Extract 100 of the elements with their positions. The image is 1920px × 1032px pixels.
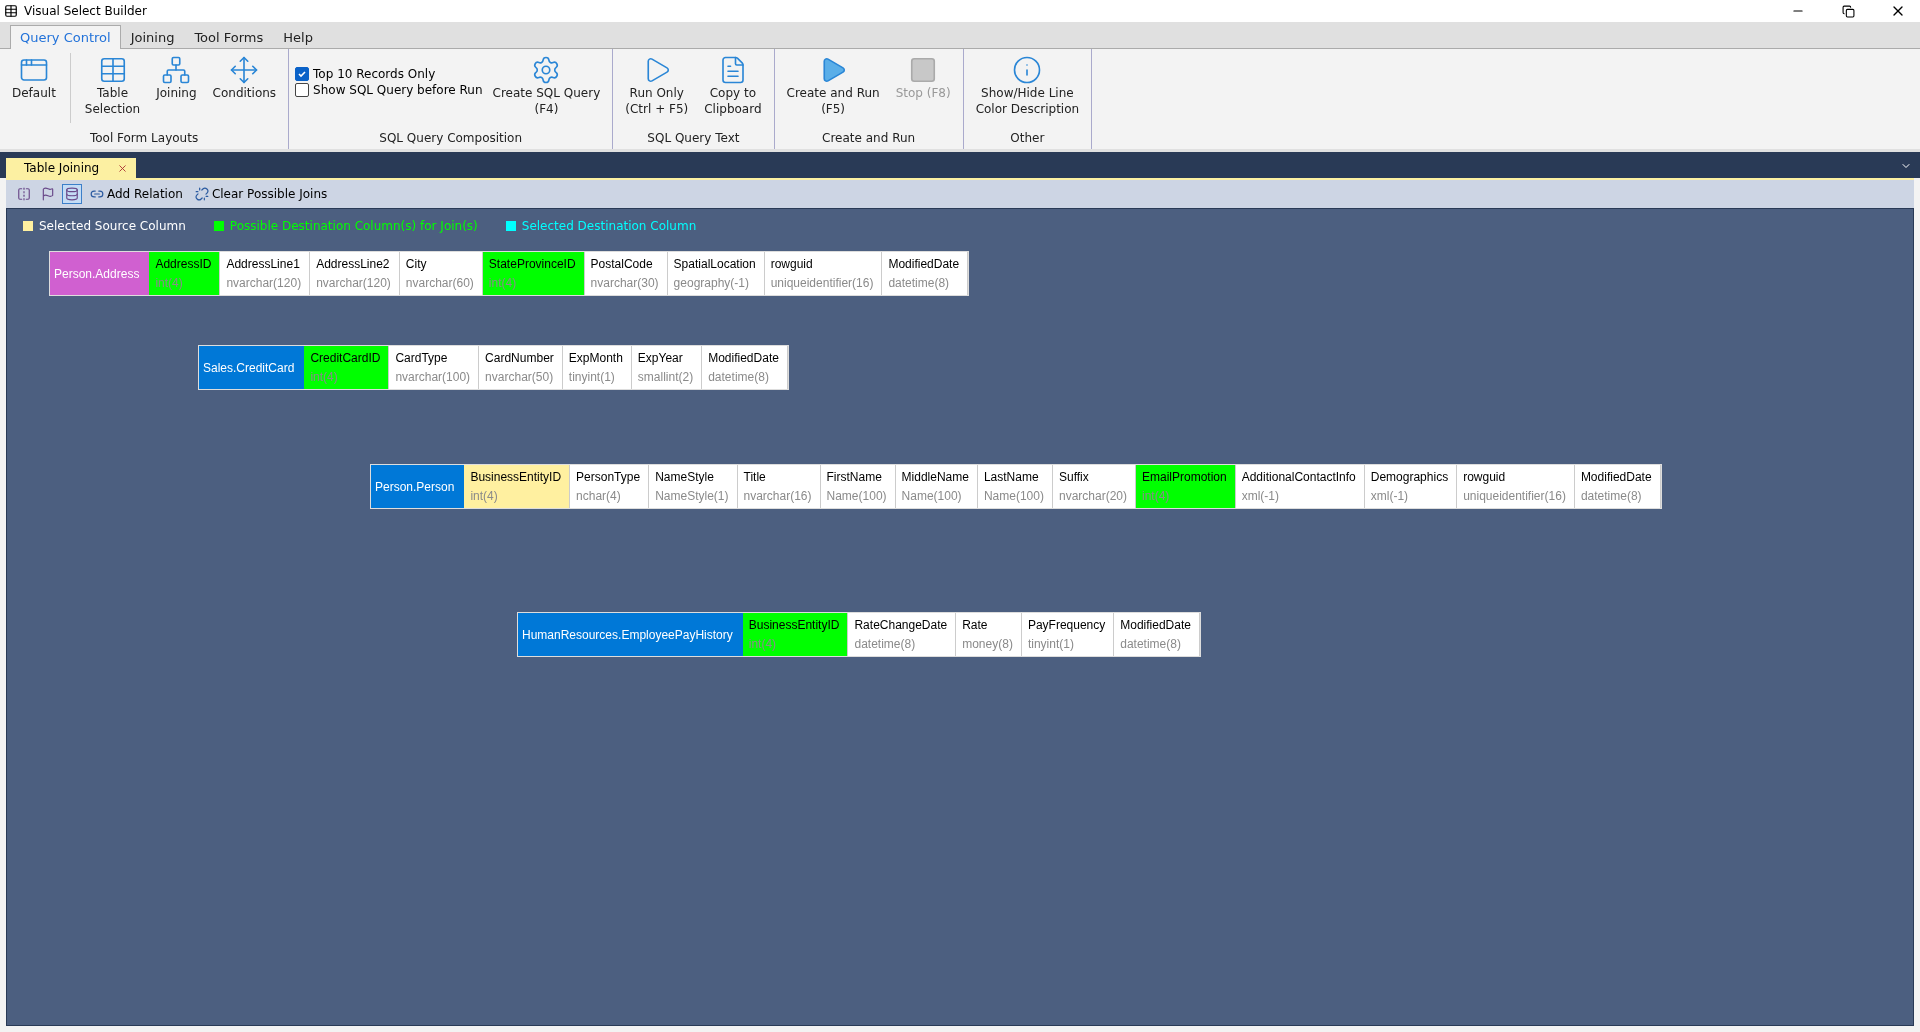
column-name: rowguid — [1463, 470, 1507, 484]
column-type: uniqueidentifier(16) — [770, 276, 874, 290]
column-type: nvarchar(16) — [743, 489, 812, 503]
column-type: xml(-1) — [1370, 489, 1410, 503]
table-node[interactable] — [370, 464, 1662, 509]
ribbon-button[interactable]: Table Selection — [78, 53, 147, 119]
toolbar-button[interactable]: Add Relation — [86, 187, 187, 201]
column-name: ExpYear — [637, 351, 684, 365]
column-type: int(4) — [155, 276, 184, 290]
close-icon — [117, 162, 129, 174]
column-type: money(8) — [962, 637, 1013, 651]
flip-icon — [17, 187, 31, 201]
window-title: Visual Select Builder — [24, 4, 148, 18]
column-cell[interactable]: StateProvinceID int(4) — [482, 252, 585, 295]
column-name: ModifiedDate — [708, 351, 779, 365]
table-node[interactable]: HumanResources.EmployeePayHistory BusinessEntityID int(4) RateChangeDate datetime(8) Rate money(8) PayFrequency tinyint(1) ModifiedDate datetime(8) — [517, 612, 1201, 657]
ribbon-tab[interactable]: Query Control — [10, 25, 121, 49]
column-type: tinyint(1) — [1027, 637, 1075, 651]
column-type: int(4) — [748, 637, 778, 651]
table-name: Sales.CreditCard — [199, 346, 305, 389]
ribbon-button[interactable]: Run Only (Ctrl + F5) — [619, 53, 695, 119]
column-name: FirstName — [826, 470, 883, 484]
column-type: xml(-1) — [1241, 489, 1280, 503]
column-name: AdditionalContactInfo — [1241, 470, 1356, 484]
checkbox[interactable]: Top 10 Records Only — [295, 67, 483, 81]
column-type: datetime(8) — [708, 370, 770, 384]
group-title: SQL Query Composition — [378, 131, 524, 147]
diagram-icon — [161, 55, 192, 85]
table-node[interactable]: Sales.CreditCard CreditCardID int(4) CardType nvarchar(100) CardNumber nvarchar(50) ExpMonth tinyint(1) ExpYear smallint(2) ModifiedDate datetime(8) — [198, 345, 789, 390]
ribbon-button[interactable]: Copy to Clipboard — [698, 53, 768, 119]
column-name: City — [405, 257, 428, 271]
column-cell[interactable]: BusinessEntityID int(4) — [464, 465, 571, 508]
ribbon-button[interactable]: Create SQL Query (F4) — [486, 53, 607, 119]
toolbar-button[interactable] — [62, 184, 82, 204]
column-cell[interactable]: AddressID int(4) — [149, 252, 221, 295]
column-name: CardNumber — [485, 351, 554, 365]
table-name: Person.Address — [50, 252, 150, 295]
legend-label: Selected Destination Column — [521, 219, 697, 233]
info-icon — [1012, 55, 1043, 85]
ribbon-button[interactable]: Default — [6, 53, 62, 103]
column-type: nvarchar(120) — [226, 276, 302, 290]
flag-icon — [41, 187, 55, 201]
checkbox[interactable]: Show SQL Query before Run — [295, 83, 483, 97]
column-cell[interactable]: CreditCardID int(4) — [304, 346, 390, 389]
link-icon — [90, 187, 104, 201]
column-name: RateChangeDate — [854, 618, 948, 632]
column-type: nvarchar(20) — [1058, 489, 1127, 503]
table-node[interactable] — [49, 251, 970, 296]
column-type: geography(-1) — [673, 276, 750, 290]
column-name: AddressLine2 — [316, 257, 391, 271]
column-name: ExpMonth — [568, 351, 623, 365]
group-title: Tool Form Layouts — [88, 131, 200, 147]
ribbon-button[interactable]: Create and Run (F5) — [780, 53, 886, 119]
column-type: nchar(4) — [576, 489, 622, 503]
column-type: datetime(8) — [1580, 489, 1643, 503]
group-title: Create and Run — [821, 131, 917, 147]
ribbon-button[interactable]: Show/Hide Line Color Description — [969, 53, 1086, 119]
legend-label: Selected Source Column — [39, 219, 186, 233]
column-name: NameStyle — [655, 470, 715, 484]
column-name: EmailPromotion — [1142, 470, 1227, 484]
column-cell[interactable]: EmailPromotion int(4) — [1136, 465, 1236, 508]
column-name: SpatialLocation — [673, 257, 756, 271]
column-name: Suffix — [1058, 470, 1090, 484]
column-cell[interactable]: BusinessEntityID int(4) — [742, 613, 849, 656]
column-name: LastName — [983, 470, 1040, 484]
ribbon-tab[interactable]: Tool Forms — [184, 25, 274, 49]
restore-icon[interactable] — [1841, 4, 1855, 18]
column-name: ModifiedDate — [888, 257, 960, 271]
column-type: nvarchar(60) — [405, 276, 474, 290]
column-name: CardType — [395, 351, 449, 365]
ribbon-tab[interactable]: Help — [273, 25, 323, 49]
ribbon-button[interactable]: Conditions — [206, 53, 283, 103]
column-type: int(4) — [470, 489, 499, 503]
group-title: SQL Query Text — [646, 131, 741, 147]
column-name: PayFrequency — [1027, 618, 1106, 632]
column-name: PersonType — [576, 470, 641, 484]
ribbon-button[interactable]: Joining — [150, 53, 203, 103]
unlink-icon — [194, 187, 209, 201]
column-type: uniqueidentifier(16) — [1463, 489, 1566, 503]
column-name: ModifiedDate — [1580, 470, 1652, 484]
arrows-icon — [229, 55, 260, 85]
document-tab[interactable]: Table Joining — [6, 158, 137, 178]
column-type: Name(100) — [901, 489, 963, 503]
column-type: datetime(8) — [854, 637, 917, 651]
group-title: Other — [1009, 131, 1046, 147]
column-type: datetime(8) — [1120, 637, 1182, 651]
column-type: nvarchar(120) — [316, 276, 391, 290]
checkmark-icon — [297, 69, 308, 79]
column-type: nvarchar(30) — [590, 276, 659, 290]
column-name: Demographics — [1370, 470, 1449, 484]
column-name: Title — [743, 470, 767, 484]
column-name: CreditCardID — [310, 351, 381, 365]
column-name: BusinessEntityID — [748, 618, 840, 632]
column-type: tinyint(1) — [568, 370, 616, 384]
column-name: ModifiedDate — [1120, 618, 1191, 632]
ribbon-tab[interactable]: Joining — [120, 25, 185, 49]
column-name: BusinessEntityID — [470, 470, 562, 484]
column-name: AddressID — [155, 257, 212, 271]
toolbar-button[interactable]: Clear Possible Joins — [190, 187, 332, 201]
column-type: int(4) — [310, 370, 339, 384]
